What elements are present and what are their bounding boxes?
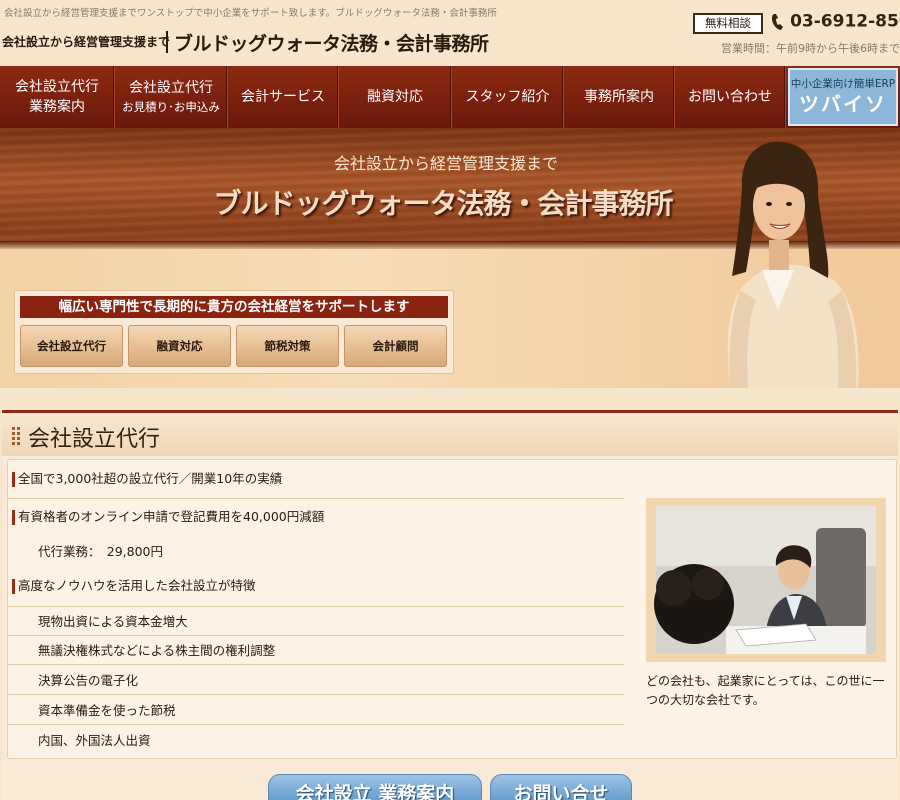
- nav-label: スタッフ紹介: [465, 89, 550, 105]
- erp-name: ツバイソ: [799, 92, 887, 116]
- feature-item: 決算公告の電子化: [8, 667, 624, 695]
- feature-item: 資本準備金を使った節税: [8, 697, 624, 725]
- erp-banner-button[interactable]: 中小企業向け簡単ERP ツバイソ: [788, 68, 898, 126]
- feature-item: 無議決権株式などによる株主間の権利調整: [8, 637, 624, 665]
- nav-label: 会計サービス: [241, 89, 325, 105]
- hero-button-tax[interactable]: 節税対策: [236, 325, 339, 367]
- divider: [8, 498, 624, 499]
- nav-item-accounting[interactable]: 会計サービス: [228, 66, 339, 128]
- nav-item-setup-guide[interactable]: 会社設立代行 業務案内: [0, 66, 115, 128]
- site-header: 会社設立から経営管理支援までワンストップで中小企業をサポート致します。ブルドッグ…: [0, 0, 900, 66]
- phone-contact[interactable]: 03-6912-8500: [771, 11, 900, 32]
- phone-icon: [771, 13, 783, 30]
- nav-item-contact[interactable]: お問い合わせ: [675, 66, 786, 128]
- hero-button-advisory[interactable]: 会計顧問: [344, 325, 447, 367]
- contact-button[interactable]: お問い合せ: [490, 774, 632, 800]
- divider: [8, 606, 624, 607]
- brand-separator: [166, 31, 168, 53]
- hero-button-setup[interactable]: 会社設立代行: [20, 325, 123, 367]
- meeting-image: [654, 506, 876, 654]
- section-title: 会社設立代行: [28, 427, 161, 452]
- hero-button-financing[interactable]: 融資対応: [128, 325, 231, 367]
- feature-item: 現物出資による資本金増大: [8, 608, 624, 636]
- photo-caption: どの会社も、起業家にとっては、この世に一つの大切な会社です。: [646, 674, 885, 707]
- fee-line: 代行業務： 29,800円: [38, 544, 163, 559]
- nav-label: お問い合わせ: [688, 89, 772, 105]
- feature-heading: 全国で3,000社超の設立代行／開業10年の実績: [8, 465, 282, 493]
- business-hours: 営業時間：午前9時から午後6時まで: [721, 42, 900, 55]
- phone-number[interactable]: 03-6912-8500: [790, 12, 900, 32]
- nav-item-office[interactable]: 事務所案内: [564, 66, 675, 128]
- erp-tagline: 中小企業向け簡単ERP: [790, 78, 896, 90]
- hero-service-box: 幅広い専門性で長期的に貴方の会社経営をサポートします 会社設立代行 融資対応 節…: [14, 290, 454, 374]
- nav-sublabel: お見積り･お申込み: [122, 100, 220, 114]
- nav-item-setup-quote[interactable]: 会社設立代行 お見積り･お申込み: [115, 66, 228, 128]
- site-logo[interactable]: ブルドッグウォータ法務・会計事務所: [174, 29, 489, 56]
- section-header: 会社設立代行: [2, 413, 898, 456]
- setup-guide-button[interactable]: 会社設立 業務案内: [268, 774, 482, 800]
- header-tagline: 会社設立から経営管理支援までワンストップで中小企業をサポート致します。ブルドッグ…: [4, 8, 497, 19]
- nav-label: 事務所案内: [584, 89, 654, 105]
- nav-label: 会社設立代行: [129, 80, 213, 96]
- section-body: 全国で3,000社超の設立代行／開業10年の実績 有資格者のオンライン申請で登記…: [7, 459, 897, 759]
- feature-heading: 高度なノウハウを活用した会社設立が特徴: [8, 572, 256, 600]
- grip-dots-icon: [12, 427, 20, 445]
- nav-sublabel: 業務案内: [29, 99, 85, 115]
- main-nav: 会社設立代行 業務案内 会社設立代行 お見積り･お申込み 会計サービス 融資対応…: [0, 66, 900, 128]
- hero-banner: 会社設立から経営管理支援まで ブルドッグウォータ法務・会計事務所 幅広い専門性で…: [0, 128, 900, 388]
- company-setup-section: 会社設立代行 全国で3,000社超の設立代行／開業10年の実績 有資格者のオンラ…: [2, 410, 898, 800]
- hero-woman-image: [727, 141, 859, 388]
- hero-box-title: 幅広い専門性で長期的に貴方の会社経営をサポートします: [20, 296, 448, 318]
- consultation-photo: [646, 498, 886, 662]
- nav-label: 融資対応: [367, 89, 423, 105]
- nav-label: 会社設立代行: [15, 79, 99, 95]
- free-consult-badge[interactable]: 無料相談: [693, 13, 763, 34]
- brand-lead: 会社設立から経営管理支援まで: [2, 35, 171, 49]
- feature-heading: 有資格者のオンライン申請で登記費用を40,000円減額: [8, 503, 324, 531]
- nav-item-financing[interactable]: 融資対応: [339, 66, 452, 128]
- nav-item-staff[interactable]: スタッフ紹介: [452, 66, 564, 128]
- feature-item: 内国、外国法人出資: [38, 733, 151, 748]
